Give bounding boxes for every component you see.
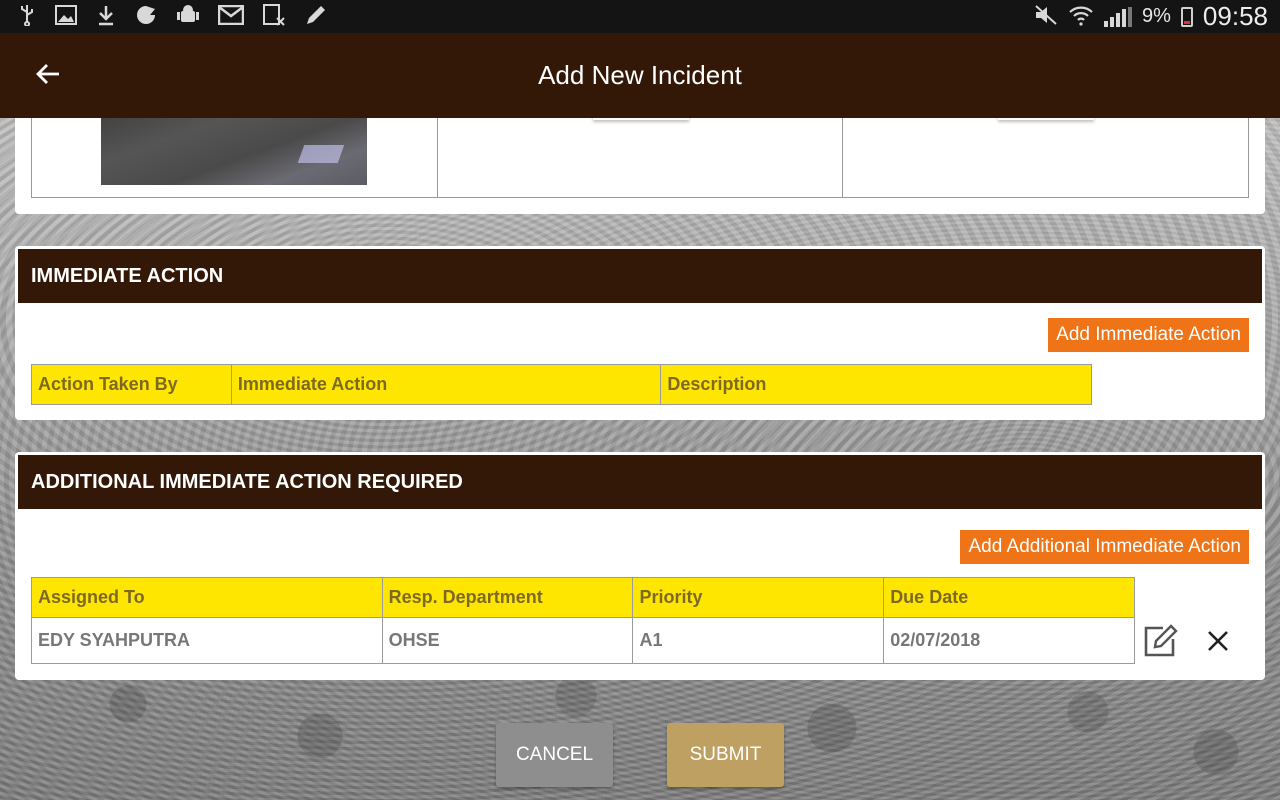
column-header: Assigned To [31, 577, 383, 618]
column-header: Description [660, 364, 1092, 405]
pencil-icon [304, 3, 328, 30]
additional-action-header: ADDITIONAL IMMEDIATE ACTION REQUIRED [18, 455, 1262, 509]
additional-action-table: Assigned To Resp. Department Priority Du… [31, 577, 1135, 664]
file-cancel-icon [262, 3, 286, 30]
immediate-action-header: IMMEDIATE ACTION [18, 249, 1262, 303]
add-immediate-action-button[interactable]: Add Immediate Action [1048, 318, 1249, 352]
signal-icon [1104, 6, 1133, 27]
immediate-action-table: Action Taken By Immediate Action Descrip… [31, 364, 1092, 405]
submit-button[interactable]: SUBMIT [667, 723, 784, 787]
column-header: Action Taken By [31, 364, 232, 405]
battery-icon [1180, 6, 1193, 27]
edit-icon[interactable] [1143, 624, 1179, 662]
delete-icon[interactable] [1207, 630, 1229, 656]
image-icon [54, 4, 78, 29]
column-header: Resp. Department [381, 577, 634, 618]
add-additional-action-button[interactable]: Add Additional Immediate Action [960, 530, 1249, 564]
notification-icons [18, 3, 328, 30]
status-bar: 9% 09:58 [0, 0, 1280, 33]
usb-icon [18, 4, 36, 29]
download-icon [96, 4, 116, 29]
column-header: Immediate Action [230, 364, 662, 405]
table-row[interactable]: EDY SYAHPUTRA OHSE A1 02/07/2018 [31, 617, 1135, 664]
gmail-icon [217, 4, 245, 28]
system-icons: 9% 09:58 [1034, 1, 1268, 32]
cancel-button[interactable]: CANCEL [496, 723, 613, 787]
wifi-icon [1068, 4, 1094, 30]
column-header: Due Date [883, 577, 1135, 618]
battery-percent: 9% [1142, 5, 1171, 27]
table-header-row: Assigned To Resp. Department Priority Du… [31, 577, 1135, 618]
cell-due-date: 02/07/2018 [883, 617, 1135, 664]
clock: 09:58 [1202, 1, 1268, 31]
table-header-row: Action Taken By Immediate Action Descrip… [31, 364, 1092, 405]
column-header: Priority [632, 577, 885, 618]
android-icon [176, 3, 200, 30]
immediate-action-section: IMMEDIATE ACTION Add Immediate Action Ac… [15, 246, 1265, 420]
mute-icon [1034, 4, 1058, 30]
back-button[interactable] [30, 59, 66, 93]
additional-action-section: ADDITIONAL IMMEDIATE ACTION REQUIRED Add… [15, 452, 1265, 680]
row-actions [1143, 624, 1229, 662]
cell-department: OHSE [381, 617, 634, 664]
app-bar: Add New Incident [0, 33, 1280, 118]
cell-assigned-to: EDY SYAHPUTRA [31, 617, 383, 664]
sync-icon [134, 3, 158, 30]
arrow-left-icon [35, 62, 61, 90]
cell-priority: A1 [632, 617, 885, 664]
page-title: Add New Incident [538, 60, 742, 90]
